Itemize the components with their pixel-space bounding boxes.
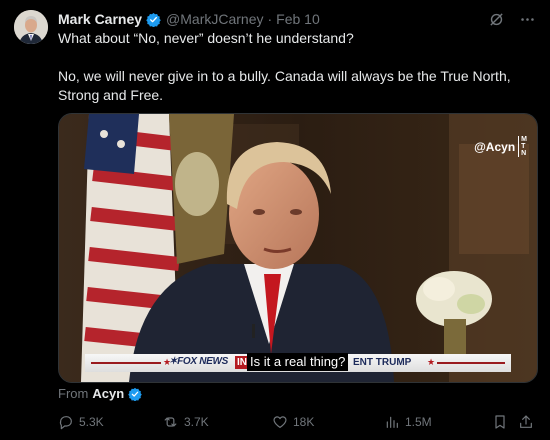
separator-dot: · xyxy=(267,11,273,27)
chyron-headline: ENT TRUMP xyxy=(353,357,412,368)
like-count: 18K xyxy=(293,415,315,429)
video-player[interactable]: @Acyn M T N ★ ✶FOX NEWS IN Is it a real … xyxy=(58,113,538,383)
news-chyron: ★ ✶FOX NEWS IN Is it a real thing? ENT T… xyxy=(85,353,511,372)
reply-icon xyxy=(59,416,72,430)
grok-icon[interactable] xyxy=(488,11,505,28)
attribution-prefix: From xyxy=(58,386,89,401)
chyron-star-right: ★ xyxy=(427,357,436,367)
views-button[interactable]: 1.5M xyxy=(384,412,432,432)
post-date[interactable]: Feb 10 xyxy=(276,11,320,27)
repost-count: 3.7K xyxy=(184,415,209,429)
reply-count: 5.3K xyxy=(79,415,104,429)
views-icon xyxy=(386,416,398,428)
avatar-image xyxy=(14,10,48,44)
repost-button[interactable]: 3.7K xyxy=(162,412,209,432)
reply-button[interactable]: 5.3K xyxy=(58,412,104,432)
post-paragraph-2: No, we will never give in to a bully. Ca… xyxy=(58,68,511,103)
attribution-source[interactable]: Acyn xyxy=(92,386,124,401)
author-handle[interactable]: @MarkJCarney xyxy=(166,11,263,27)
verified-badge-icon xyxy=(128,387,142,401)
avatar[interactable] xyxy=(14,10,48,44)
views-count: 1.5M xyxy=(405,415,432,429)
video-caption: Is it a real thing? xyxy=(247,353,349,371)
post-paragraph-1: What about “No, never” doesn’t he unders… xyxy=(58,30,354,46)
like-icon xyxy=(273,416,287,428)
bookmark-icon xyxy=(495,415,505,429)
video-frame xyxy=(59,114,537,382)
share-icon xyxy=(520,415,532,428)
network-logo: ✶FOX NEWS xyxy=(169,356,229,367)
author-name[interactable]: Mark Carney xyxy=(58,11,142,27)
action-bar: 5.3K 3.7K 18K 1.5M xyxy=(58,412,536,432)
watermark: @Acyn M T N xyxy=(474,136,527,157)
more-icon[interactable] xyxy=(519,11,536,28)
mtn-logo: M T N xyxy=(518,136,527,157)
media-attribution: From Acyn xyxy=(58,386,142,401)
post-text: What about “No, never” doesn’t he unders… xyxy=(58,29,528,105)
repost-icon xyxy=(164,417,177,427)
share-button[interactable] xyxy=(518,412,534,432)
bookmark-button[interactable] xyxy=(492,412,508,432)
verified-badge-icon xyxy=(146,12,161,27)
like-button[interactable]: 18K xyxy=(272,412,314,432)
watermark-handle: @Acyn xyxy=(474,139,516,154)
post-header: Mark Carney @MarkJCarney · Feb 10 xyxy=(58,9,536,29)
